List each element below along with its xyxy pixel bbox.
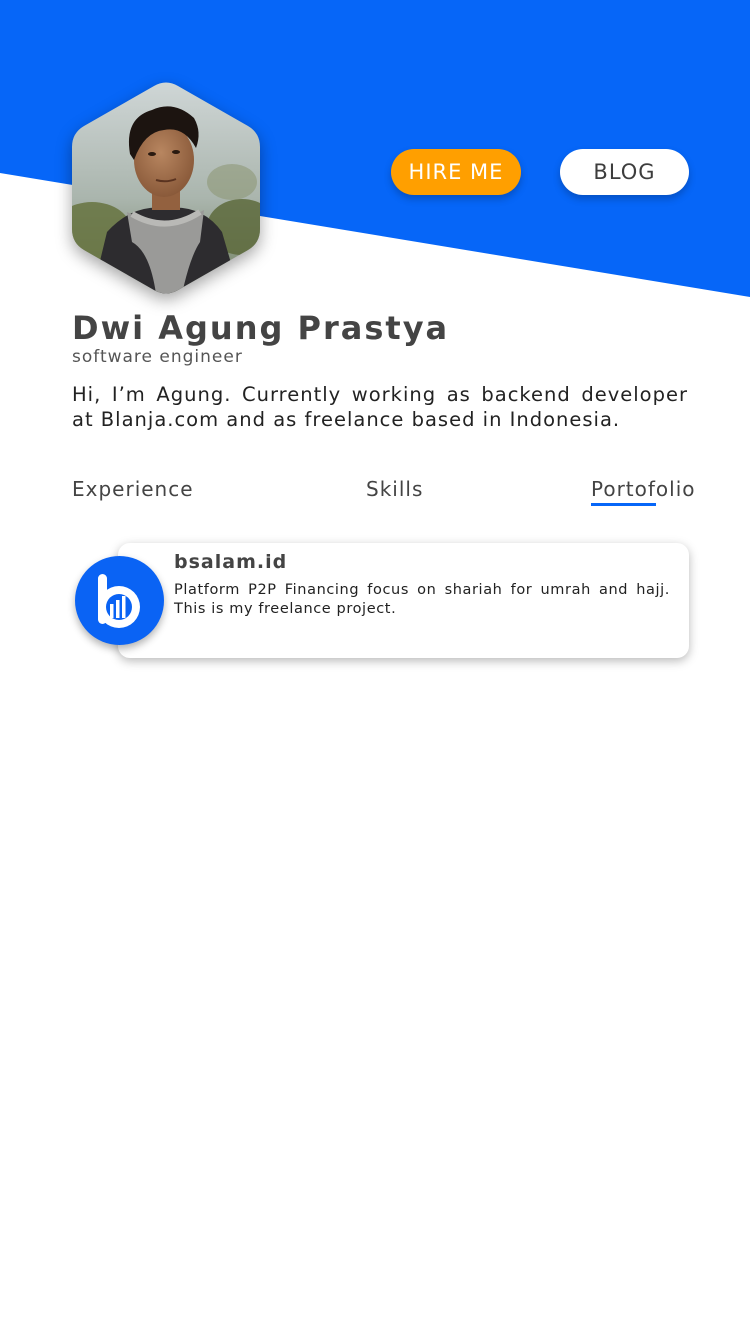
bsalam-logo-glyph <box>98 574 140 628</box>
active-tab-indicator <box>591 503 656 506</box>
profile-bio: Hi, I’m Agung. Currently working as back… <box>72 383 688 431</box>
bsalam-logo-icon <box>75 556 164 645</box>
profile-avatar <box>72 82 260 294</box>
tab-skills[interactable]: Skills <box>366 477 423 501</box>
blog-button[interactable]: BLOG <box>560 149 689 195</box>
profile-role: software engineer <box>72 347 243 367</box>
profile-name: Dwi Agung Prastya <box>72 309 450 347</box>
portfolio-description: Platform P2P Financing focus on shariah … <box>174 582 670 617</box>
hire-me-button[interactable]: HIRE ME <box>391 149 521 195</box>
tab-experience[interactable]: Experience <box>72 477 194 501</box>
portfolio-title: bsalam.id <box>174 551 288 573</box>
tab-portofolio[interactable]: Portofolio <box>591 477 696 501</box>
